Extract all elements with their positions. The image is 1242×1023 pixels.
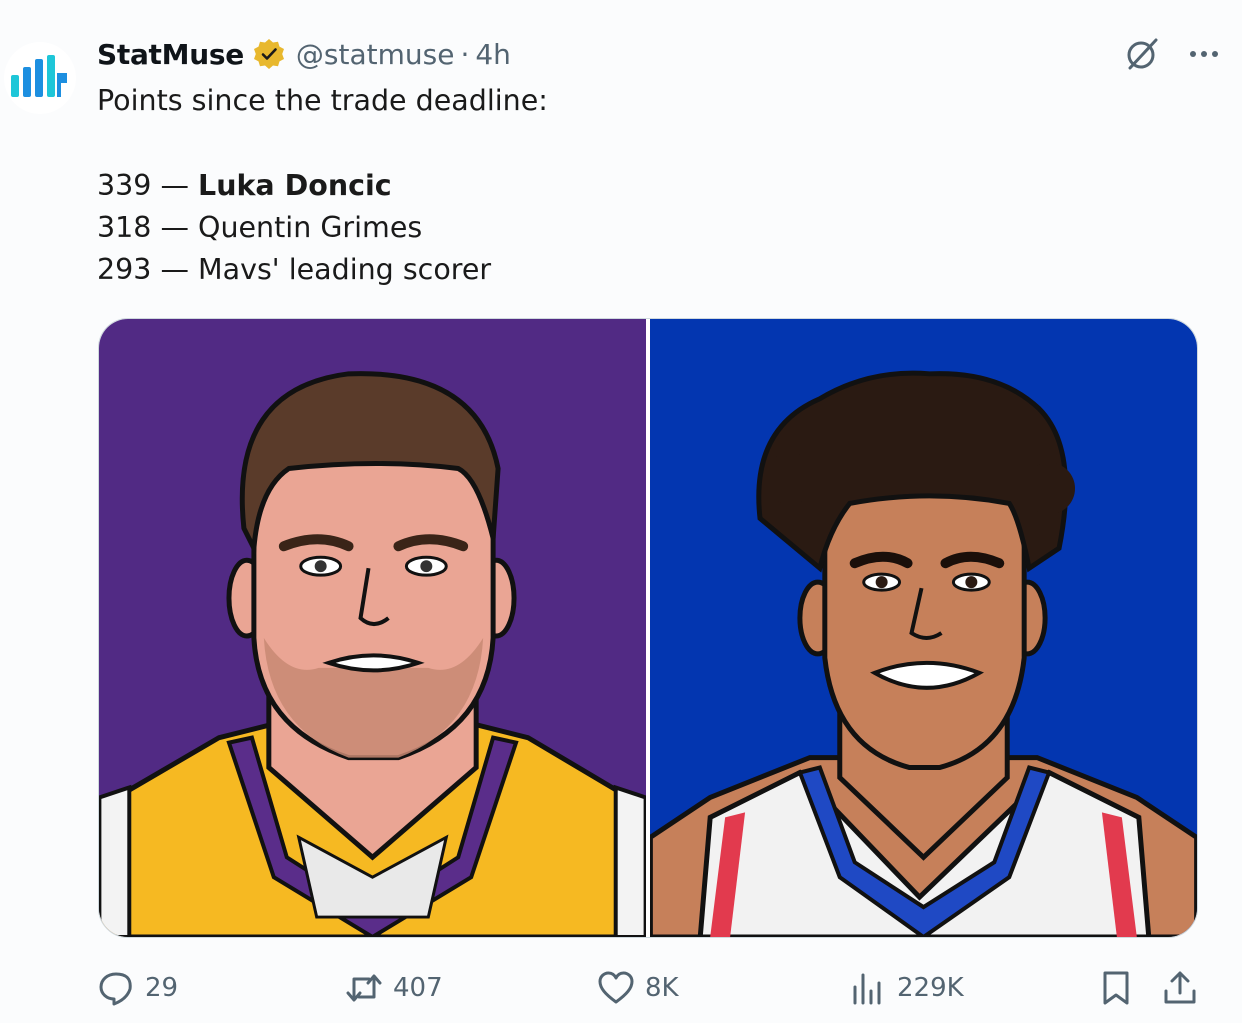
retweet-icon <box>346 974 382 1002</box>
bookmark-icon <box>1103 971 1129 1005</box>
views-button[interactable]: 229K <box>849 965 964 1011</box>
retweet-count: 407 <box>393 973 443 1003</box>
share-button[interactable] <box>1161 965 1199 1011</box>
media-image-right[interactable] <box>650 319 1197 937</box>
player-illustration-lakers <box>99 371 646 937</box>
reply-icon <box>99 972 132 1006</box>
tweet-media[interactable] <box>98 318 1198 938</box>
tweet-header: StatMuse @statmuse · 4h <box>97 34 511 74</box>
stat-points: 318 <box>97 211 152 244</box>
stat-player: Luka Doncic <box>198 169 392 202</box>
separator-dot: · <box>460 37 470 71</box>
stat-points: 293 <box>97 253 152 286</box>
stat-dash: — <box>151 211 199 244</box>
stat-line-3: 293 — Mavs' leading scorer <box>97 249 548 291</box>
media-image-left[interactable] <box>99 319 646 937</box>
bookmark-button[interactable] <box>1097 965 1135 1011</box>
reply-count: 29 <box>145 973 179 1003</box>
reply-button[interactable]: 29 <box>97 965 178 1011</box>
views-count: 229K <box>897 973 964 1003</box>
stat-points: 339 <box>97 169 152 202</box>
stat-line-2: 318 — Quentin Grimes <box>97 207 548 249</box>
grok-icon[interactable] <box>1122 34 1162 74</box>
tweet-text: Points since the trade deadline: 339 — L… <box>97 80 548 291</box>
stat-player: Mavs' leading scorer <box>198 253 492 286</box>
author-name[interactable]: StatMuse <box>97 38 244 71</box>
stat-dash: — <box>151 169 199 202</box>
more-icon[interactable] <box>1184 34 1224 74</box>
tweet-intro: Points since the trade deadline: <box>97 84 548 117</box>
retweet-button[interactable]: 407 <box>345 965 443 1011</box>
heart-icon <box>598 971 634 1004</box>
stat-player: Quentin Grimes <box>198 211 423 244</box>
views-icon <box>853 973 881 1005</box>
share-icon <box>1164 971 1196 1004</box>
author-handle[interactable]: @statmuse <box>296 38 455 71</box>
statmuse-logo-icon <box>11 55 67 97</box>
stat-line-1: 339 — Luka Doncic <box>97 165 548 207</box>
stat-dash: — <box>151 253 199 286</box>
player-illustration-76ers <box>650 370 1197 937</box>
verified-badge-icon[interactable] <box>252 37 286 71</box>
like-button[interactable]: 8K <box>597 965 679 1011</box>
top-actions <box>1122 34 1224 74</box>
avatar[interactable] <box>4 42 76 114</box>
like-count: 8K <box>645 973 679 1003</box>
timestamp[interactable]: 4h <box>475 38 511 71</box>
action-bar: 29 407 8K 229K <box>97 965 1207 1011</box>
